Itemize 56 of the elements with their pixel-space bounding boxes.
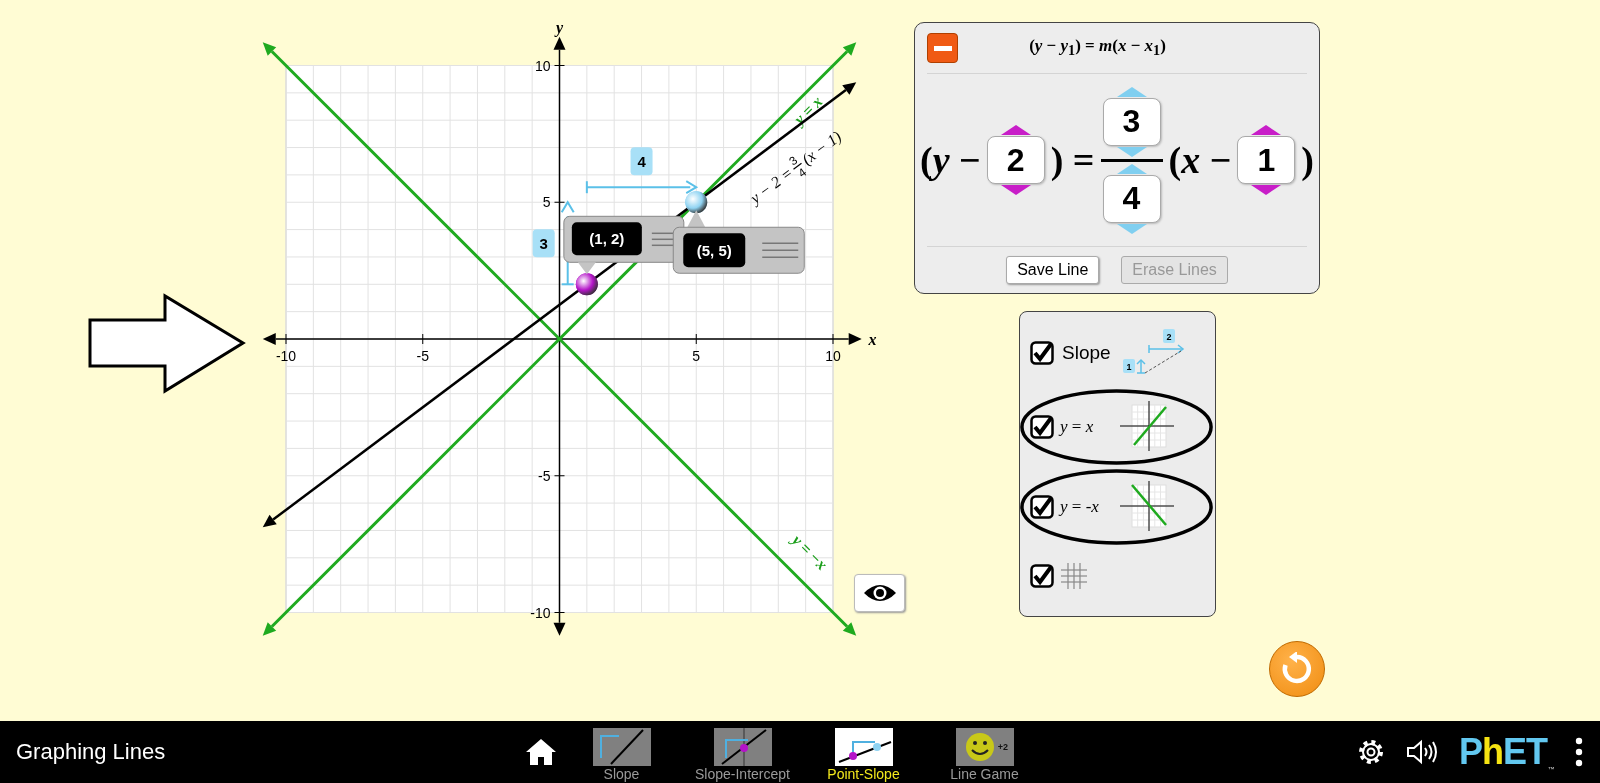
axis-tick-label: -10 [275,348,297,364]
decrement-arrow[interactable] [1251,185,1282,195]
checkbox[interactable] [1030,564,1054,588]
coordinates-tooltip: (1, 2) [563,215,685,275]
axis-tick-label: 10 [825,348,841,364]
line-graph-icon [834,727,893,766]
checkbox[interactable] [1030,495,1054,519]
panel-button[interactable]: Save Line [1006,256,1100,284]
checkbox[interactable] [1030,341,1054,365]
show-hide-button[interactable] [854,574,905,612]
axis-tick-label: 5 [542,194,551,211]
increment-arrow[interactable] [1000,125,1031,135]
checkbox-label: y = x [1060,417,1095,437]
axis-tick-label: -10 [530,604,551,621]
rise-value-label: 3 [532,229,555,258]
collapse-button[interactable] [927,33,958,63]
line-graph-icon [592,727,651,766]
smiley-icon: +2 [955,727,1014,766]
equation-text: (y − [920,138,981,182]
number-spinner[interactable]: 1 [1237,136,1296,184]
screen-tab[interactable]: +2 Line Game [924,721,1045,783]
reference-line-label: y = −x [789,531,831,573]
reset-icon [1280,652,1314,686]
equation-text: ) = [1050,138,1095,182]
minus-icon [933,45,952,51]
equation-text: ) [1301,138,1314,182]
axis-label: x [868,331,877,348]
decrement-arrow[interactable] [1000,185,1031,195]
checkbox[interactable] [1030,415,1054,439]
reset-all-button[interactable] [1269,641,1325,697]
settings-icon[interactable] [1356,738,1385,766]
screen-tab[interactable]: Slope [561,721,682,783]
screen-tab[interactable]: Slope-Intercept [682,721,803,783]
number-spinner[interactable]: 4 [1102,174,1161,223]
checkbox-label: Slope [1062,342,1111,364]
screen-tab[interactable]: Point-Slope [803,721,924,783]
number-spinner[interactable]: 3 [1102,97,1161,146]
axis-tick-label: -5 [416,348,429,364]
grid-icon [1060,562,1088,590]
checkbox-label: y = -x [1060,497,1100,517]
eye-icon [862,583,897,603]
home-icon [525,738,557,766]
coordinates-tooltip: (5, 5) [672,210,805,274]
axis-tick-label: -5 [538,467,551,484]
number-spinner[interactable]: 2 [986,136,1045,184]
axis-tick-label: 10 [534,57,551,74]
increment-arrow[interactable] [1251,125,1282,135]
general-form-equation: (y − y$_{1}$) = m(x − x$_{1}$) [1028,36,1167,60]
axis-tick-label: 5 [692,348,701,364]
axis-label: y [555,18,564,36]
sim-title: Graphing Lines [15,739,167,765]
sound-icon[interactable] [1404,738,1439,766]
run-value-label: 4 [630,147,653,176]
menu-icon[interactable] [1574,737,1584,767]
line-graph-icon [713,727,772,766]
equation-text: (x − [1168,138,1232,182]
